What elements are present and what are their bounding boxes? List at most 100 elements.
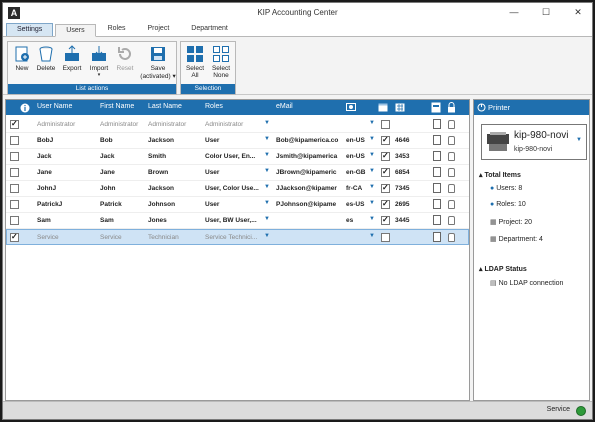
card-icon[interactable] xyxy=(433,215,441,225)
roles-dropdown-icon[interactable]: ▼ xyxy=(264,216,270,222)
language-dropdown-icon[interactable]: ▼ xyxy=(369,184,375,190)
lock-icon[interactable] xyxy=(448,120,455,129)
table-row[interactable]: Jack Jack Smith Color User, En... ▼ Jsmi… xyxy=(6,149,469,165)
language-dropdown-icon[interactable]: ▼ xyxy=(369,136,375,142)
active-checkbox[interactable] xyxy=(381,215,390,225)
close-button[interactable]: ✕ xyxy=(568,6,588,19)
pin-column-icon[interactable] xyxy=(395,103,405,112)
roles-dropdown-icon[interactable]: ▼ xyxy=(264,136,270,142)
roles-dropdown-icon[interactable]: ▼ xyxy=(264,200,270,206)
active-checkbox[interactable] xyxy=(381,120,390,129)
language-icon[interactable] xyxy=(346,103,356,112)
lock-icon[interactable] xyxy=(448,152,455,161)
col-last-name[interactable]: Last Name xyxy=(148,103,182,110)
trash-icon xyxy=(39,46,53,62)
table-row[interactable]: Jane Jane Brown User ▼ JBrown@kipameric … xyxy=(6,165,469,181)
reset-button[interactable]: Reset xyxy=(113,45,137,72)
delete-button[interactable]: Delete xyxy=(34,45,58,72)
lock-icon[interactable] xyxy=(448,168,455,177)
active-checkbox[interactable] xyxy=(381,135,390,145)
col-email[interactable]: eMail xyxy=(276,103,293,110)
active-column-icon[interactable] xyxy=(378,103,388,112)
row-checkbox[interactable] xyxy=(10,200,19,209)
active-checkbox[interactable] xyxy=(381,233,390,242)
card-icon[interactable] xyxy=(433,183,441,193)
status-user: Service xyxy=(546,406,570,413)
row-checkbox[interactable] xyxy=(10,232,19,242)
roles-dropdown-icon[interactable]: ▼ xyxy=(264,168,270,174)
table-row[interactable]: BobJ Bob Jackson User ▼ Bob@kipamerica.c… xyxy=(6,133,469,149)
lock-icon[interactable] xyxy=(448,216,455,225)
card-icon[interactable] xyxy=(433,135,441,145)
tab-settings[interactable]: Settings xyxy=(6,23,54,36)
table-row[interactable]: Administrator Administrator Administrato… xyxy=(6,117,469,133)
card-icon[interactable] xyxy=(433,167,441,177)
tab-users[interactable]: Users xyxy=(55,24,96,37)
active-checkbox[interactable] xyxy=(381,183,390,193)
minimize-button[interactable]: — xyxy=(504,6,524,19)
active-checkbox[interactable] xyxy=(381,167,390,177)
export-button[interactable]: Export xyxy=(60,45,84,72)
language-dropdown-icon[interactable]: ▼ xyxy=(369,233,375,239)
lock-icon[interactable] xyxy=(448,136,455,145)
col-first-name[interactable]: First Name xyxy=(100,103,134,110)
row-checkbox[interactable] xyxy=(10,184,19,193)
tab-roles[interactable]: Roles xyxy=(98,23,136,36)
lock-column-icon[interactable] xyxy=(447,102,456,113)
select-all-button[interactable]: Select All xyxy=(183,45,207,79)
table-row[interactable]: JohnJ John Jackson User, Color Use... ▼ … xyxy=(6,181,469,197)
active-checkbox[interactable] xyxy=(381,199,390,209)
col-roles[interactable]: Roles xyxy=(205,103,223,110)
card-icon[interactable] xyxy=(433,199,441,209)
active-checkbox[interactable] xyxy=(381,151,390,161)
status-indicator-icon xyxy=(576,406,586,416)
import-icon xyxy=(92,46,106,61)
save-button[interactable]: Save (activated) ▾ xyxy=(140,45,176,80)
table-row[interactable]: PatrickJ Patrick Johnson User ▼ PJohnson… xyxy=(6,197,469,213)
new-button[interactable]: New xyxy=(10,45,34,72)
language-dropdown-icon[interactable]: ▼ xyxy=(369,216,375,222)
language-dropdown-icon[interactable]: ▼ xyxy=(369,120,375,126)
import-button[interactable]: Import ▾ xyxy=(87,45,111,78)
printer-icon xyxy=(487,132,509,151)
language-dropdown-icon[interactable]: ▼ xyxy=(369,152,375,158)
roles-dropdown-icon[interactable]: ▼ xyxy=(264,184,270,190)
ldap-status-title[interactable]: ▴ LDAP Status xyxy=(479,265,527,273)
users-grid: User Name First Name Last Name Roles eMa… xyxy=(5,99,470,401)
lock-icon[interactable] xyxy=(448,233,455,242)
info-icon[interactable] xyxy=(20,103,30,113)
lock-icon[interactable] xyxy=(448,184,455,193)
table-row[interactable]: Service Service Technician Service Techn… xyxy=(6,229,469,245)
row-checkbox[interactable] xyxy=(10,119,19,129)
card-icon[interactable] xyxy=(433,151,441,161)
row-checkbox[interactable] xyxy=(10,152,19,161)
roles-dropdown-icon[interactable]: ▼ xyxy=(264,120,270,126)
tab-project[interactable]: Project xyxy=(137,23,179,36)
department-icon: ▦ xyxy=(490,236,499,243)
department-count: ▦ Department: 4 xyxy=(490,236,543,243)
refresh-icon[interactable] xyxy=(477,103,486,112)
language-dropdown-icon[interactable]: ▼ xyxy=(369,168,375,174)
tab-department[interactable]: Department xyxy=(181,23,238,36)
roles-dropdown-icon[interactable]: ▼ xyxy=(264,233,270,239)
status-bar: Service xyxy=(3,401,592,419)
row-checkbox[interactable] xyxy=(10,216,19,225)
language-dropdown-icon[interactable]: ▼ xyxy=(369,200,375,206)
col-user-name[interactable]: User Name xyxy=(37,103,72,110)
maximize-button[interactable]: ☐ xyxy=(536,6,556,19)
list-actions-group: New Delete Export Import ▾ Reset Save (a… xyxy=(7,41,177,95)
card-icon[interactable] xyxy=(433,119,441,129)
card-column-icon[interactable] xyxy=(431,102,441,113)
printer-dropdown-icon[interactable]: ▼ xyxy=(576,137,582,143)
new-user-icon xyxy=(15,46,29,62)
lock-icon[interactable] xyxy=(448,200,455,209)
row-checkbox[interactable] xyxy=(10,168,19,177)
select-none-button[interactable]: Select None xyxy=(209,45,233,79)
total-items-title[interactable]: ▴ Total Items xyxy=(479,171,521,179)
save-dropdown-icon: ▾ xyxy=(170,73,176,80)
printer-selector[interactable]: kip-980-novi kip-980-novi ▼ xyxy=(481,124,587,160)
table-row[interactable]: Sam Sam Jones User, BW User,... ▼ es ▼ 3… xyxy=(6,213,469,229)
card-icon[interactable] xyxy=(433,232,441,242)
row-checkbox[interactable] xyxy=(10,136,19,145)
roles-dropdown-icon[interactable]: ▼ xyxy=(264,152,270,158)
